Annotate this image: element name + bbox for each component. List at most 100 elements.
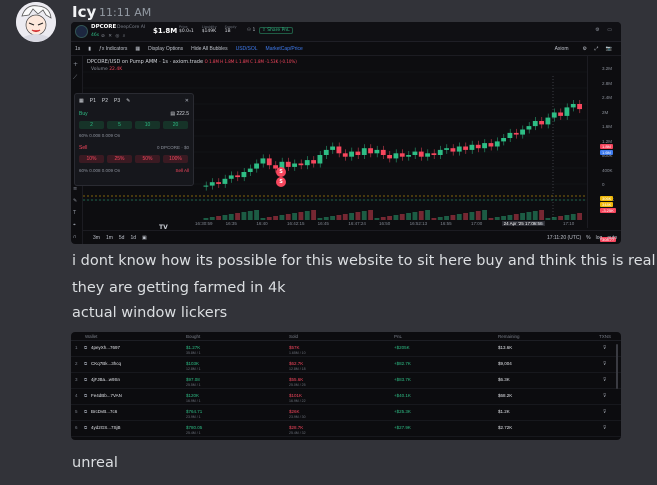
traders-table-screenshot[interactable]: Wallet Bought Sold PnL Remaining TXNS 1 4… — [71, 332, 621, 440]
range-button[interactable]: 3m — [93, 235, 100, 241]
candle — [235, 175, 240, 178]
range-button[interactable]: 1d — [130, 235, 136, 241]
buy-amount-button[interactable]: 10 — [135, 121, 160, 129]
buy-amount-button[interactable]: 20 — [163, 121, 188, 129]
magnet-icon[interactable]: ∩ — [73, 234, 77, 240]
table-row[interactable]: 3 4jFJBa...w9Sn $97.08 $55.6K +$83.7K $6.3K 25… — [71, 374, 621, 389]
preset-tab[interactable]: P3 — [114, 98, 120, 104]
column-header: Wallet — [85, 334, 98, 339]
indicators-button[interactable]: ƒx Indicators — [99, 46, 127, 52]
volume-bar — [463, 213, 468, 220]
log-scale-toggle[interactable]: log — [596, 235, 603, 241]
buy-amount-button[interactable]: 2 — [79, 121, 104, 129]
display-options-button[interactable]: Display Options — [148, 46, 183, 52]
range-button[interactable]: 5d — [119, 235, 125, 241]
wallet-link-icon[interactable]: ⧉ — [84, 409, 87, 414]
fib-icon[interactable]: ≡ — [73, 186, 77, 192]
table-cell-rank: 4 — [75, 393, 78, 398]
wallet-link-icon[interactable]: ⧉ — [84, 393, 87, 398]
sell-amount-button[interactable]: 10% — [79, 155, 104, 163]
volume-bar — [526, 212, 532, 220]
sell-bubble[interactable]: S — [276, 167, 286, 177]
preset-tab[interactable]: P1 — [90, 98, 96, 104]
price-axis[interactable]: 3.2M2.8M2.4M2M1.6M1.2M800K400K0-400K1.8M… — [587, 56, 621, 242]
wallet-link-icon[interactable]: ⧉ — [84, 345, 87, 350]
chart-screenshot[interactable]: DPCORE DeepCore AI 46s ⊘ ✕ ◎ ⌕ $1.8M Pri… — [71, 22, 621, 244]
price-tick: 2.8M — [602, 80, 613, 86]
filter-icon[interactable]: ⊽ — [603, 345, 606, 351]
percent-scale-toggle[interactable]: % — [586, 235, 590, 241]
candle — [254, 163, 259, 169]
filter-icon[interactable]: ⊽ — [603, 377, 606, 383]
preset-tab[interactable]: P2 — [102, 98, 108, 104]
table-row[interactable]: 2 CKq7Bk...3hcq $103K $62.7K +$82.7K $9,004 12… — [71, 358, 621, 373]
close-icon[interactable]: ✕ — [185, 98, 189, 104]
table-cell-wallet[interactable]: 4yd2GS...7SjB — [91, 425, 121, 430]
holders-count[interactable]: ⚇ 1 — [247, 28, 255, 33]
table-row[interactable]: 5 BrcDvB...7c6 $764.71 $26K +$25.3K $1.2K 23.9… — [71, 406, 621, 421]
table-cell-bought_sub: 25.4M / 1 — [186, 431, 201, 435]
range-button[interactable]: 1m — [106, 235, 113, 241]
chart-window-icons[interactable]: ⚙ ⤢ 📷 — [583, 46, 616, 52]
calendar-icon[interactable]: ▣ — [142, 235, 147, 241]
interval-select[interactable]: 1s — [75, 46, 80, 52]
candle — [311, 160, 316, 164]
pair-toggle[interactable]: USD/SOL — [236, 46, 258, 52]
table-cell-wallet[interactable]: Fe4dBb...7VAN — [91, 393, 122, 398]
text-icon[interactable]: T — [73, 210, 76, 216]
sell-bubble[interactable]: S — [276, 177, 286, 187]
mcap-price-toggle[interactable]: MarketCap/Price — [266, 46, 303, 52]
holders-icon: ⚇ — [247, 28, 252, 33]
table-row[interactable]: 4 Fe4dBb...7VAN $120K $101K +$40.1K $68.2K 16.… — [71, 390, 621, 405]
table-cell-sold_sub: 1.65M / 10 — [289, 351, 306, 355]
candle — [387, 155, 392, 159]
column-header: TXNS — [599, 334, 612, 339]
wallet-link-icon[interactable]: ⧉ — [84, 361, 87, 366]
table-cell-wallet[interactable]: 4jFJBa...w9Sn — [91, 377, 120, 382]
ruler-icon[interactable]: ⌖ — [73, 222, 76, 228]
price-tick: 2.4M — [602, 95, 613, 100]
brush-icon[interactable]: ✎ — [73, 198, 77, 204]
avatar[interactable] — [16, 2, 56, 42]
panel-grid-icon[interactable]: ▦ — [79, 98, 84, 104]
table-scrollbar[interactable] — [616, 344, 618, 389]
window-controls[interactable]: ⚙ ▭ — [595, 27, 615, 33]
trendline-icon[interactable]: ⟋ — [73, 74, 77, 82]
table-cell-bought: $103K — [186, 361, 200, 366]
buy-settings-row[interactable]: 60% 0.008 0.009 On — [79, 133, 120, 138]
sell-amount-button[interactable]: 100% — [163, 155, 188, 163]
filter-icon[interactable]: ⊽ — [603, 393, 606, 399]
table-cell-wallet[interactable]: BrcDvB...7c6 — [91, 409, 117, 414]
wallet-link-icon[interactable]: ⧉ — [84, 377, 87, 382]
buy-amount-button[interactable]: 5 — [107, 121, 132, 129]
edit-icon[interactable]: ✎ — [126, 98, 130, 104]
table-cell-wallet[interactable]: 4peyXh...7697 — [91, 345, 120, 350]
trade-panel[interactable]: ▦ P1 P2 P3 ✎ ✕ Buy ▤ 222.5 2 5 10 20 60%… — [74, 93, 194, 186]
filter-icon[interactable]: ⊽ — [603, 409, 606, 415]
volume-bar — [247, 211, 253, 220]
filter-icon[interactable]: ⊽ — [603, 361, 606, 367]
layout-grid-icon[interactable]: ▦ — [135, 46, 140, 52]
candle — [450, 148, 456, 152]
table-cell-wallet[interactable]: CKq7Bk...3hcq — [91, 361, 121, 366]
sell-amount-button[interactable]: 25% — [107, 155, 132, 163]
share-pnl-button[interactable]: ⇧ Share PnL — [259, 27, 293, 34]
wallet-link-icon[interactable]: ⧉ — [84, 425, 87, 430]
username[interactable]: Icy — [72, 3, 96, 21]
table-cell-bought: $120K — [186, 393, 200, 398]
candle — [247, 168, 253, 172]
sell-amount-button[interactable]: 50% — [135, 155, 160, 163]
auto-scale-toggle[interactable]: auto — [607, 235, 617, 241]
table-cell-sold_sub: 12.8M / 18 — [289, 367, 306, 371]
candle — [241, 172, 247, 178]
table-row[interactable]: 1 4peyXh...7697 $1.27K $57K +$205K $13.6K 35.8… — [71, 342, 621, 357]
sell-all-button[interactable]: Sell All — [175, 168, 189, 173]
candle-type-icon[interactable]: ▮ — [88, 46, 91, 52]
price-tag: 306K — [600, 196, 614, 201]
crosshair-icon[interactable]: + — [73, 61, 78, 68]
hide-bubbles-button[interactable]: Hide All Bubbles — [191, 46, 227, 52]
table-row[interactable]: 6 4yd2GS...7SjB $780.05 $28.7K +$27.9K $2.72K… — [71, 422, 621, 437]
sell-settings-row[interactable]: 60% 0.008 0.009 On — [79, 168, 120, 173]
candle — [393, 153, 399, 159]
filter-icon[interactable]: ⊽ — [603, 425, 606, 431]
